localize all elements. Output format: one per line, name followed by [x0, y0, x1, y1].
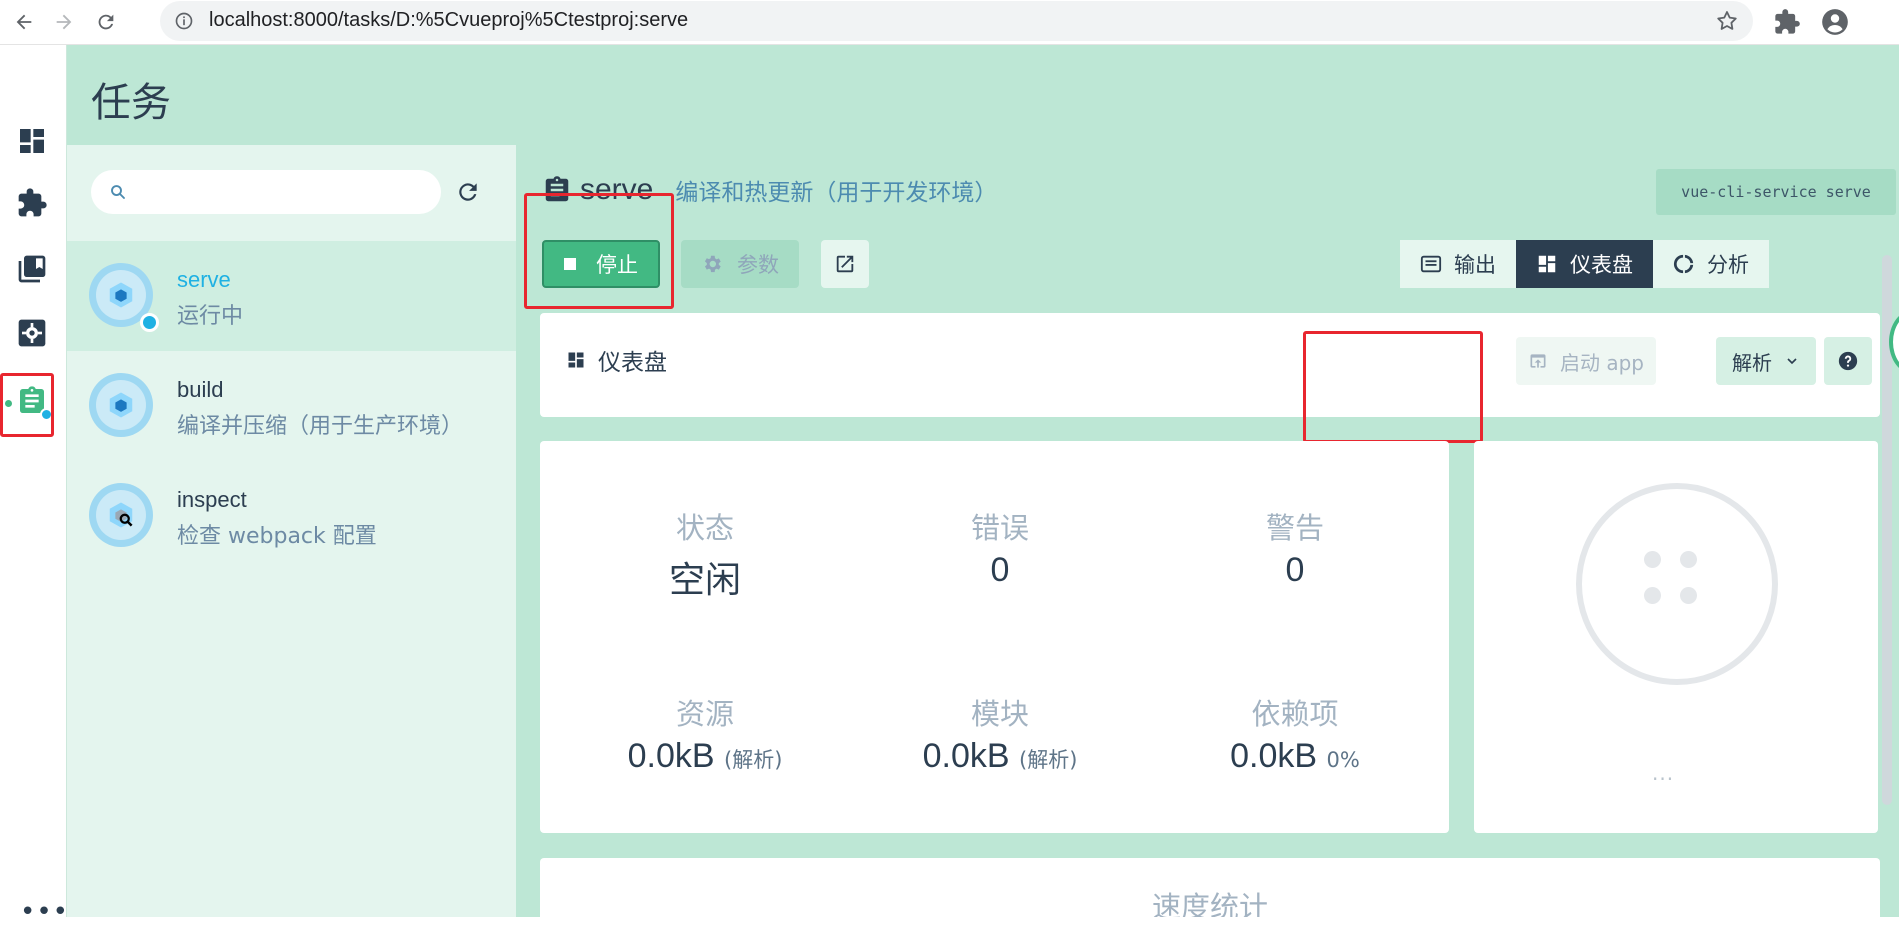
- open-in-new-icon: [836, 255, 854, 273]
- left-rail-nav: •••: [0, 45, 69, 925]
- tab-label: 分析: [1707, 253, 1749, 277]
- tab-label: 输出: [1454, 253, 1496, 277]
- view-tabs: 输出 仪表盘 分析: [1400, 240, 1769, 288]
- params-label: 参数: [737, 253, 779, 277]
- speed-stats-panel: 速度统计: [540, 858, 1880, 917]
- task-item-inspect[interactable]: inspect 检查 webpack 配置: [67, 461, 516, 571]
- stat-dependencies: 依赖项 0.0kB 0%: [1145, 691, 1445, 776]
- webpack-inspect-icon: [89, 483, 153, 547]
- task-detail-panel: serve 编译和热更新（用于开发环境） vue-cli-service ser…: [516, 145, 1899, 917]
- progress-status-text: ...: [1652, 761, 1675, 785]
- stat-label: 警告: [1265, 511, 1324, 545]
- reload-icon[interactable]: [90, 6, 122, 38]
- running-status-dot: [140, 313, 159, 332]
- stat-warnings: 警告 0: [1145, 505, 1445, 590]
- terminal-icon: [1420, 255, 1442, 273]
- address-bar[interactable]: localhost:8000/tasks/D:%5Cvueproj%5Ctest…: [160, 1, 1753, 41]
- task-item-build[interactable]: build 编译并压缩（用于生产环境）: [67, 351, 516, 461]
- refresh-icon[interactable]: [455, 179, 481, 205]
- task-name: serve: [177, 267, 231, 292]
- dashboard-label: 仪表盘: [598, 350, 667, 376]
- webpack-cube-icon: [89, 373, 153, 437]
- dashboard-nav-icon[interactable]: [14, 123, 50, 159]
- extensions-puzzle-icon[interactable]: [1773, 8, 1801, 36]
- bookmark-star-icon[interactable]: [1715, 9, 1739, 33]
- params-button[interactable]: 参数: [681, 240, 799, 288]
- stat-note: (解析): [724, 748, 783, 772]
- dependencies-nav-icon[interactable]: [14, 251, 50, 287]
- task-list-panel: serve 运行中 build 编译并压缩（用于生产环境） inspect 检查…: [67, 145, 516, 917]
- stop-button-highlight: [524, 193, 674, 309]
- back-icon[interactable]: [8, 6, 40, 38]
- idle-dot: [1680, 551, 1697, 568]
- stat-label: 依赖项: [1251, 697, 1339, 731]
- browser-toolbar: localhost:8000/tasks/D:%5Cvueproj%5Ctest…: [0, 0, 1899, 45]
- dashboard-heading: 仪表盘: [566, 343, 667, 377]
- configuration-nav-icon[interactable]: [14, 315, 50, 351]
- stat-note: 0%: [1326, 748, 1360, 772]
- start-app-button[interactable]: 启动 app: [1516, 337, 1656, 385]
- stat-value: 空闲: [668, 560, 741, 601]
- stat-label: 错误: [970, 511, 1029, 545]
- search-input[interactable]: [91, 170, 441, 214]
- task-name: build: [177, 377, 224, 402]
- task-status: 运行中: [177, 304, 244, 329]
- dashboard-toolbar: 仪表盘 启动 app 解析: [540, 313, 1880, 417]
- task-description: 编译和热更新（用于开发环境）: [675, 180, 998, 206]
- dashboard-icon: [1538, 255, 1556, 273]
- search-icon: [111, 185, 125, 199]
- url-text: localhost:8000/tasks/D:%5Cvueproj%5Ctest…: [209, 9, 689, 31]
- stat-assets: 资源 0.0kB (解析): [555, 691, 855, 776]
- page-header: 任务: [67, 45, 1899, 145]
- profile-avatar-icon[interactable]: [1821, 8, 1849, 36]
- analyze-label: 解析: [1732, 350, 1772, 375]
- open-in-new-button[interactable]: [821, 240, 869, 288]
- help-icon: [1838, 351, 1858, 371]
- stat-value: 0: [1285, 551, 1305, 589]
- stat-value: 0.0kB: [1230, 737, 1318, 775]
- task-description: 编译并压缩（用于生产环境）: [177, 414, 464, 439]
- tab-dashboard[interactable]: 仪表盘: [1516, 240, 1653, 288]
- analyze-dropdown[interactable]: 解析: [1716, 337, 1816, 385]
- forward-icon[interactable]: [48, 6, 80, 38]
- tasks-nav-highlight: [0, 373, 54, 437]
- stat-modules: 模块 0.0kB (解析): [850, 691, 1150, 776]
- help-button[interactable]: [1824, 337, 1872, 385]
- idle-dot: [1644, 551, 1661, 568]
- page-title: 任务: [91, 80, 171, 126]
- task-command: vue-cli-service serve: [1656, 169, 1896, 215]
- tab-output[interactable]: 输出: [1400, 240, 1516, 288]
- task-name: inspect: [177, 487, 247, 512]
- speed-stats-title: 速度统计: [1151, 890, 1268, 917]
- stat-note: (解析): [1019, 748, 1078, 772]
- info-icon[interactable]: [174, 11, 194, 31]
- stat-label: 状态: [675, 511, 734, 545]
- stat-value: 0.0kB: [922, 737, 1010, 775]
- stat-label: 模块: [970, 697, 1029, 731]
- donut-icon: [1673, 254, 1694, 274]
- tab-analyze[interactable]: 分析: [1653, 240, 1769, 288]
- chevron-down-icon: [1787, 358, 1797, 365]
- progress-panel: ...: [1474, 441, 1878, 833]
- stat-value: 0: [990, 551, 1010, 589]
- more-options-icon[interactable]: •••: [20, 899, 69, 925]
- tab-label: 仪表盘: [1570, 253, 1633, 277]
- open-in-browser-icon: [1530, 354, 1546, 368]
- idle-dot: [1680, 587, 1697, 604]
- start-app-label: 启动 app: [1559, 350, 1644, 375]
- dashboard-icon: [568, 352, 584, 368]
- stat-status: 状态 空闲: [555, 505, 855, 603]
- stat-label: 资源: [675, 697, 734, 731]
- task-item-serve[interactable]: serve 运行中: [67, 241, 516, 351]
- stat-errors: 错误 0: [850, 505, 1150, 590]
- task-description: 检查 webpack 配置: [177, 524, 377, 549]
- progress-ring: [1576, 483, 1778, 685]
- build-stats-panel: 状态 空闲 错误 0 警告 0 资源 0.0kB (解析) 模块 0.0kB (…: [540, 441, 1449, 833]
- plugins-nav-icon[interactable]: [14, 185, 50, 221]
- idle-dot: [1644, 587, 1661, 604]
- gear-icon: [704, 255, 721, 273]
- start-app-highlight: [1303, 331, 1483, 443]
- stat-value: 0.0kB: [627, 737, 715, 775]
